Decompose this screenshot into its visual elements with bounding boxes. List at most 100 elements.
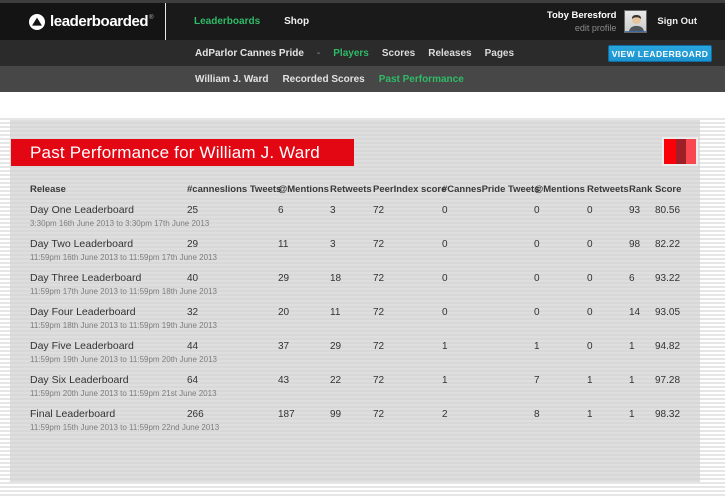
release-name: Day One Leaderboard — [30, 204, 134, 216]
table-row: Day Three Leaderboard 11:59pm 17th June … — [10, 268, 700, 302]
cell-value: 0 — [534, 205, 540, 216]
cell-value: 1 — [629, 341, 635, 352]
registered-mark: ® — [149, 15, 154, 21]
cell-value: 94.82 — [655, 341, 681, 352]
avatar[interactable] — [624, 10, 648, 33]
view-leaderboard-button[interactable]: VIEW LEADERBOARD — [608, 45, 712, 62]
user-area: Toby Beresford edit profile Sign Out — [547, 3, 697, 40]
cell-value: 0 — [534, 307, 540, 318]
cell-value: 0 — [587, 341, 593, 352]
table-row: Day One Leaderboard 3:30pm 16th June 201… — [10, 200, 700, 234]
cell-value: 72 — [373, 341, 385, 352]
cell-value: 72 — [373, 273, 385, 284]
leaderboarded-logo-icon — [29, 13, 45, 30]
cell-value: 14 — [629, 307, 641, 318]
cell-value: 29 — [187, 239, 199, 250]
page-title-banner: Past Performance for William J. Ward — [11, 139, 354, 166]
cell-value: 29 — [278, 273, 290, 284]
release-name: Day Two Leaderboard — [30, 238, 134, 250]
cell-value: 93.22 — [655, 273, 681, 284]
logo-text: leaderboarded — [50, 13, 149, 30]
nav-item-leaderboards[interactable]: Leaderboards — [194, 16, 260, 27]
content-panel: Past Performance for William J. Ward Rel… — [10, 120, 700, 482]
cell-value: 18 — [330, 273, 342, 284]
player-tab-recorded-scores[interactable]: Recorded Scores — [282, 74, 364, 85]
user-name[interactable]: Toby Beresford — [547, 10, 617, 21]
table-row: Day Five Leaderboard 11:59pm 19th June 2… — [10, 336, 700, 370]
table-row: Day Two Leaderboard 11:59pm 16th June 20… — [10, 234, 700, 268]
cell-value: 3 — [330, 239, 336, 250]
column-header: Retweets — [587, 184, 629, 195]
cell-value: 1 — [587, 409, 593, 420]
cell-value: 93.05 — [655, 307, 681, 318]
cell-value: 20 — [278, 307, 290, 318]
column-header: Rank — [629, 184, 653, 195]
column-header: #CannesPride Tweets — [442, 184, 540, 195]
table-header: Release #canneslions Tweets @Mentions Retwe… — [10, 184, 700, 195]
cell-value: 40 — [187, 273, 199, 284]
release-period: 11:59pm 15th June 2013 to 11:59pm 22nd J… — [30, 423, 220, 432]
release-period: 3:30pm 16th June 2013 to 3:30pm 17th Jun… — [30, 219, 210, 228]
cell-value: 0 — [442, 307, 448, 318]
cell-value: 98 — [629, 239, 641, 250]
cell-value: 11 — [330, 307, 341, 318]
cell-value: 99 — [330, 409, 342, 420]
cell-value: 0 — [442, 239, 448, 250]
cell-value: 72 — [373, 409, 385, 420]
logo[interactable]: leaderboarded ® — [0, 3, 166, 40]
release-period: 11:59pm 18th June 2013 to 11:59pm 19th J… — [30, 321, 217, 330]
board-tab-scores[interactable]: Scores — [382, 48, 415, 59]
cell-value: 0 — [587, 205, 593, 216]
top-navbar: leaderboarded ® Leaderboards Shop Toby B… — [0, 3, 725, 40]
cell-value: 72 — [373, 375, 385, 386]
edit-profile-link[interactable]: edit profile — [547, 23, 617, 33]
cell-value: 1 — [629, 409, 635, 420]
cell-value: 187 — [278, 409, 295, 420]
sign-out-link[interactable]: Sign Out — [657, 16, 697, 27]
cell-value: 7 — [534, 375, 540, 386]
board-tab-pages[interactable]: Pages — [485, 48, 514, 59]
release-period: 11:59pm 19th June 2013 to 11:59pm 20th J… — [30, 355, 217, 364]
cell-value: 1 — [442, 375, 448, 386]
column-header: Score — [655, 184, 682, 195]
cell-value: 8 — [534, 409, 540, 420]
cell-value: 0 — [534, 239, 540, 250]
cell-value: 82.22 — [655, 239, 681, 250]
cell-value: 1 — [534, 341, 540, 352]
release-period: 11:59pm 16th June 2013 to 11:59pm 17th J… — [30, 253, 217, 262]
cell-value: 11 — [278, 239, 289, 250]
cell-value: 80.56 — [655, 205, 681, 216]
red-ribbon-icon — [662, 137, 698, 166]
release-name: Day Five Leaderboard — [30, 340, 134, 352]
cell-value: 0 — [587, 307, 593, 318]
cell-value: 1 — [587, 375, 593, 386]
cell-value: 97.28 — [655, 375, 681, 386]
cell-value: 266 — [187, 409, 204, 420]
table-body: Day One Leaderboard 3:30pm 16th June 201… — [10, 200, 700, 438]
release-period: 11:59pm 17th June 2013 to 11:59pm 18th J… — [30, 287, 217, 296]
player-tab-name[interactable]: William J. Ward — [195, 74, 268, 85]
cell-value: 2 — [442, 409, 448, 420]
page-title: Past Performance for William J. Ward — [30, 142, 320, 162]
main-menu: Leaderboards Shop — [194, 3, 309, 40]
cell-value: 72 — [373, 205, 385, 216]
cell-value: 0 — [587, 273, 593, 284]
cell-value: 72 — [373, 307, 385, 318]
cell-value: 72 — [373, 239, 385, 250]
nav-item-shop[interactable]: Shop — [284, 16, 309, 27]
player-tab-past-performance[interactable]: Past Performance — [379, 74, 464, 85]
release-name: Final Leaderboard — [30, 408, 116, 420]
cell-value: 6 — [278, 205, 284, 216]
cell-value: 25 — [187, 205, 199, 216]
player-navbar: William J. Ward Recorded Scores Past Per… — [0, 66, 725, 92]
cell-value: 22 — [330, 375, 342, 386]
column-header: @Mentions — [534, 184, 585, 195]
board-name-link[interactable]: AdParlor Cannes Pride — [195, 48, 304, 59]
column-header: @Mentions — [278, 184, 329, 195]
cell-value: 1 — [442, 341, 448, 352]
cell-value: 29 — [330, 341, 342, 352]
board-tab-players[interactable]: Players — [333, 48, 369, 59]
release-name: Day Four Leaderboard — [30, 306, 136, 318]
board-tab-releases[interactable]: Releases — [428, 48, 471, 59]
divider-dash: - — [316, 47, 321, 59]
